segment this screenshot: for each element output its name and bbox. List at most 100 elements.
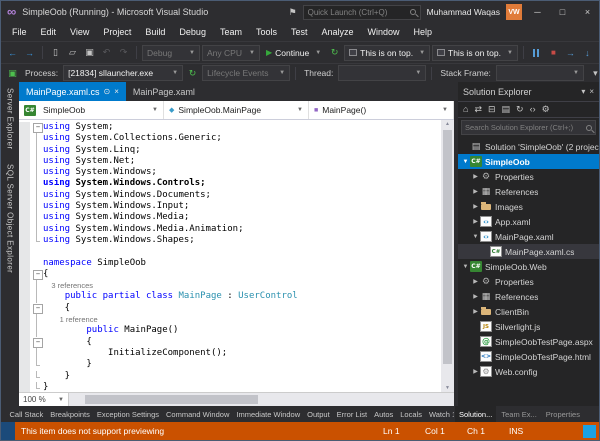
collapse-toggle-icon[interactable] (30, 303, 43, 315)
refresh-icon[interactable]: ↻ (516, 105, 524, 114)
menu-item-view[interactable]: View (63, 23, 96, 41)
new-file-icon[interactable]: ▯ (48, 45, 63, 61)
menu-item-window[interactable]: Window (361, 23, 407, 41)
undo-icon[interactable]: ↶ (99, 45, 114, 61)
code-line[interactable]: using System.Windows.Input; (19, 201, 441, 213)
tree-item-references[interactable]: ▶References (458, 184, 599, 199)
tree-item-simpleoob-web[interactable]: ▼SimpleOob.Web (458, 259, 599, 274)
toolbar-options-icon[interactable]: ▾ (588, 65, 600, 81)
collapse-toggle-icon[interactable] (30, 337, 43, 348)
tree-item-simpleoobtestpage-aspx[interactable]: SimpleOobTestPage.aspx (458, 334, 599, 349)
tool-tab-output[interactable]: Output (304, 410, 334, 419)
tool-tab-call-stack[interactable]: Call Stack (6, 410, 47, 419)
navbar-type-dropdown[interactable]: ◆ SimpleOob.MainPage ▼ (164, 101, 309, 119)
expander-icon[interactable]: ▶ (471, 188, 480, 195)
collapse-all-icon[interactable]: ⊟ (488, 105, 496, 114)
debug-target-dropdown-2[interactable]: This is on top. ▼ (432, 44, 518, 61)
properties-icon[interactable]: ⚙ (542, 105, 550, 114)
tree-item-mainpage-xaml-cs[interactable]: MainPage.xaml.cs (458, 244, 599, 259)
continue-button[interactable]: ▶ Continue ▼ (262, 48, 325, 58)
expander-icon[interactable]: ▶ (471, 173, 480, 180)
panel-tab-solution[interactable]: Solution... (455, 406, 497, 422)
solution-explorer-header[interactable]: Solution Explorer ▾ × (458, 82, 599, 101)
code-line[interactable]: using System.Windows.Media; (19, 212, 441, 224)
menu-item-debug[interactable]: Debug (172, 23, 213, 41)
panel-tab-properties[interactable]: Properties (542, 406, 584, 422)
lifecycle-events-icon[interactable]: ↻ (185, 65, 200, 81)
tool-tab-watch-1[interactable]: Watch 1 (425, 410, 454, 419)
tree-item-mainpage-xaml[interactable]: ▼MainPage.xaml (458, 229, 599, 244)
user-name[interactable]: Muhammad Waqas (427, 7, 500, 17)
menu-item-tools[interactable]: Tools (249, 23, 284, 41)
solution-platform-dropdown[interactable]: Any CPU ▼ (202, 44, 260, 61)
tree-item-properties[interactable]: ▶Properties (458, 169, 599, 184)
code-line[interactable]: 1 reference (19, 314, 441, 326)
code-line[interactable]: } (19, 370, 441, 382)
break-all-icon[interactable] (529, 45, 544, 61)
code-line[interactable]: using System; (19, 122, 441, 134)
scrollbar-thumb[interactable] (85, 395, 259, 404)
pin-icon[interactable]: ⊙ (104, 87, 111, 96)
avatar[interactable]: VW (506, 4, 522, 20)
tool-tab-locals[interactable]: Locals (397, 410, 426, 419)
tool-tab-autos[interactable]: Autos (371, 410, 397, 419)
lifecycle-events-dropdown[interactable]: Lifecycle Events ▼ (202, 65, 291, 81)
document-tab-mainpage-xaml-cs[interactable]: MainPage.xaml.cs ⊙ × (19, 82, 126, 101)
feedback-icon[interactable] (583, 424, 596, 438)
zoom-dropdown[interactable]: 100 % ▼ (19, 393, 69, 406)
scroll-down-icon[interactable]: ▼ (441, 385, 454, 391)
redo-icon[interactable]: ↷ (116, 45, 131, 61)
menu-item-edit[interactable]: Edit (34, 23, 64, 41)
menu-item-project[interactable]: Project (96, 23, 138, 41)
menu-item-file[interactable]: File (5, 23, 34, 41)
code-line[interactable]: using System.Windows; (19, 167, 441, 179)
expander-icon[interactable]: ▶ (471, 308, 480, 315)
menu-item-test[interactable]: Test (284, 23, 315, 41)
horizontal-scrollbar[interactable] (69, 393, 454, 406)
code-line[interactable]: { (19, 336, 441, 348)
code-line[interactable]: using System.Windows.Shapes; (19, 234, 441, 247)
navigate-forward-icon[interactable]: → (22, 45, 37, 61)
code-line[interactable]: using System.Collections.Generic; (19, 133, 441, 145)
menu-item-team[interactable]: Team (213, 23, 249, 41)
save-icon[interactable]: ▣ (82, 45, 97, 61)
code-line[interactable]: using System.Windows.Media.Animation; (19, 223, 441, 236)
code-line[interactable]: } (19, 359, 441, 371)
dock-tab-server-explorer[interactable]: Server Explorer (6, 88, 15, 150)
maximize-button[interactable]: □ (553, 4, 572, 20)
tree-item-silverlight-js[interactable]: Silverlight.js (458, 319, 599, 334)
view-code-icon[interactable]: ‹› (530, 105, 536, 114)
tool-tab-breakpoints[interactable]: Breakpoints (47, 410, 94, 419)
status-corner-icon[interactable] (1, 422, 15, 440)
navigate-back-icon[interactable]: ← (5, 45, 20, 61)
navbar-project-dropdown[interactable]: SimpleOob ▼ (19, 101, 164, 119)
expander-icon[interactable]: ▼ (471, 234, 480, 240)
document-tab-mainpage-xaml[interactable]: MainPage.xaml (126, 82, 202, 101)
tree-item-app-xaml[interactable]: ▶App.xaml (458, 214, 599, 229)
expander-icon[interactable]: ▶ (471, 368, 480, 375)
home-icon[interactable]: ⌂ (463, 105, 468, 114)
dock-tab-sql-server-object-explorer[interactable]: SQL Server Object Explorer (6, 164, 15, 273)
code-line[interactable]: } (19, 381, 441, 392)
close-panel-icon[interactable]: × (589, 87, 594, 96)
tree-item-web-config[interactable]: ▶Web.config (458, 364, 599, 379)
tool-tab-immediate-window[interactable]: Immediate Window (233, 410, 304, 419)
code-line[interactable]: 3 references (19, 280, 441, 292)
debug-target-dropdown-1[interactable]: This is on top. ▼ (344, 44, 431, 61)
collapse-toggle-icon[interactable] (30, 122, 43, 134)
close-button[interactable]: × (578, 4, 597, 20)
code-line[interactable]: public MainPage() (19, 325, 441, 337)
code-line[interactable]: using System.Linq; (19, 144, 441, 157)
collapse-toggle-icon[interactable] (30, 269, 43, 281)
stack-frame-dropdown[interactable]: ▼ (495, 65, 584, 81)
menu-item-analyze[interactable]: Analyze (315, 23, 361, 41)
code-line[interactable]: { (19, 268, 441, 281)
open-file-icon[interactable]: ▱ (65, 45, 80, 61)
thread-dropdown[interactable]: ▼ (338, 65, 427, 81)
stop-debugging-icon[interactable]: ■ (546, 45, 561, 61)
menu-item-help[interactable]: Help (407, 23, 440, 41)
minimize-button[interactable]: ─ (528, 4, 547, 20)
quick-launch-box[interactable]: Quick Launch (Ctrl+Q) (302, 4, 421, 20)
solution-explorer-search[interactable]: Search Solution Explorer (Ctrl+;) (461, 120, 596, 135)
tree-item-solution-simpleoob-2-projects[interactable]: Solution 'SimpleOob' (2 projects) (458, 139, 599, 154)
